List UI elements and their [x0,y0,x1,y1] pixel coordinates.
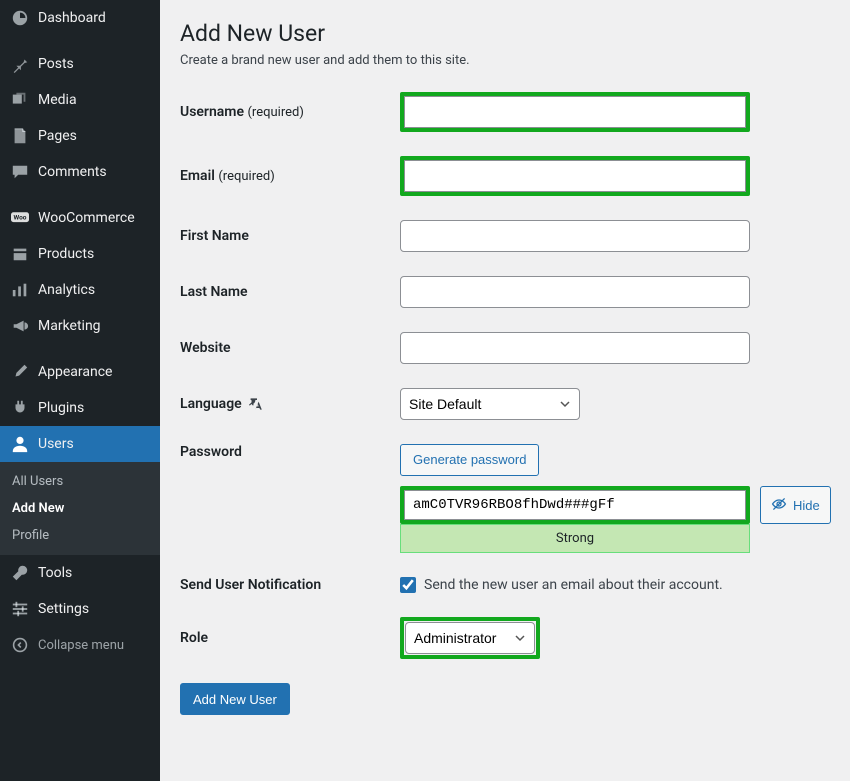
email-label: Email (required) [180,168,400,184]
username-highlight [400,92,750,132]
collapse-label: Collapse menu [38,638,124,653]
row-send-notification: Send User Notification Send the new user… [180,577,830,593]
sidebar-label: Analytics [38,282,95,298]
last-name-label: Last Name [180,284,400,300]
hide-password-button[interactable]: Hide [760,486,831,524]
role-label: Role [180,630,400,646]
svg-text:Woo: Woo [14,214,27,222]
megaphone-icon [10,316,30,336]
users-submenu: All Users Add New Profile [0,462,160,555]
sidebar-item-users[interactable]: Users [0,426,160,462]
row-last-name: Last Name [180,276,830,308]
pin-icon [10,54,30,74]
row-email: Email (required) [180,156,830,196]
sidebar-item-products[interactable]: Products [0,236,160,272]
sidebar-label: Marketing [38,318,101,334]
password-highlight [400,486,750,524]
send-notification-checkbox[interactable] [400,577,416,593]
media-icon [10,90,30,110]
generate-password-button[interactable]: Generate password [400,444,539,476]
page-description: Create a brand new user and add them to … [180,53,830,68]
submenu-all-users[interactable]: All Users [0,468,160,495]
sidebar-label: Plugins [38,400,84,416]
plugin-icon [10,398,30,418]
sidebar-label: Appearance [38,364,112,380]
page-title: Add New User [180,20,830,47]
sidebar-item-posts[interactable]: Posts [0,46,160,82]
sidebar-item-comments[interactable]: Comments [0,154,160,190]
password-label: Password [180,444,400,460]
settings-icon [10,599,30,619]
send-notification-text: Send the new user an email about their a… [424,577,723,593]
website-label: Website [180,340,400,356]
row-first-name: First Name [180,220,830,252]
collapse-icon [10,635,30,655]
admin-sidebar: Dashboard Posts Media Pages Comments Woo… [0,0,160,781]
sidebar-label: Dashboard [38,10,106,26]
sidebar-label: Settings [38,601,89,617]
role-highlight: Administrator [400,617,540,659]
sidebar-label: Posts [38,56,74,72]
sidebar-item-dashboard[interactable]: Dashboard [0,0,160,36]
sidebar-label: Products [38,246,94,262]
sidebar-item-marketing[interactable]: Marketing [0,308,160,344]
username-input[interactable] [404,96,746,128]
language-select[interactable]: Site Default [400,388,580,420]
email-highlight [400,156,750,196]
sidebar-item-appearance[interactable]: Appearance [0,354,160,390]
main-content: Add New User Create a brand new user and… [160,0,850,781]
sidebar-label: Tools [38,565,72,581]
tools-icon [10,563,30,583]
sidebar-item-analytics[interactable]: Analytics [0,272,160,308]
role-select[interactable]: Administrator [405,622,535,654]
username-label: Username (required) [180,104,400,120]
sidebar-item-media[interactable]: Media [0,82,160,118]
sidebar-item-settings[interactable]: Settings [0,591,160,627]
row-website: Website [180,332,830,364]
password-strength: Strong [400,524,750,553]
dashboard-icon [10,8,30,28]
users-icon [10,434,30,454]
sidebar-item-woocommerce[interactable]: Woo WooCommerce [0,200,160,236]
last-name-input[interactable] [400,276,750,308]
row-username: Username (required) [180,92,830,132]
comments-icon [10,162,30,182]
row-language: Language Site Default [180,388,830,420]
sidebar-label: WooCommerce [38,210,135,226]
password-input[interactable] [404,490,746,520]
sidebar-label: Users [38,436,74,452]
row-password: Password Generate password Hide Strong [180,444,830,553]
send-notification-checkbox-label[interactable]: Send the new user an email about their a… [400,577,830,593]
submenu-profile[interactable]: Profile [0,522,160,549]
send-notification-label: Send User Notification [180,577,400,593]
language-label: Language [180,396,400,412]
add-new-user-button[interactable]: Add New User [180,683,290,715]
first-name-input[interactable] [400,220,750,252]
first-name-label: First Name [180,228,400,244]
submenu-add-new[interactable]: Add New [0,495,160,522]
brush-icon [10,362,30,382]
sidebar-label: Pages [38,128,77,144]
pages-icon [10,126,30,146]
collapse-menu[interactable]: Collapse menu [0,627,160,663]
sidebar-item-pages[interactable]: Pages [0,118,160,154]
website-input[interactable] [400,332,750,364]
analytics-icon [10,280,30,300]
row-role: Role Administrator [180,617,830,659]
sidebar-label: Comments [38,164,107,180]
email-input[interactable] [404,160,746,192]
products-icon [10,244,30,264]
sidebar-item-tools[interactable]: Tools [0,555,160,591]
woocommerce-icon: Woo [10,208,30,228]
sidebar-label: Media [38,92,77,108]
sidebar-item-plugins[interactable]: Plugins [0,390,160,426]
translate-icon [249,396,265,412]
eye-slash-icon [771,496,787,515]
